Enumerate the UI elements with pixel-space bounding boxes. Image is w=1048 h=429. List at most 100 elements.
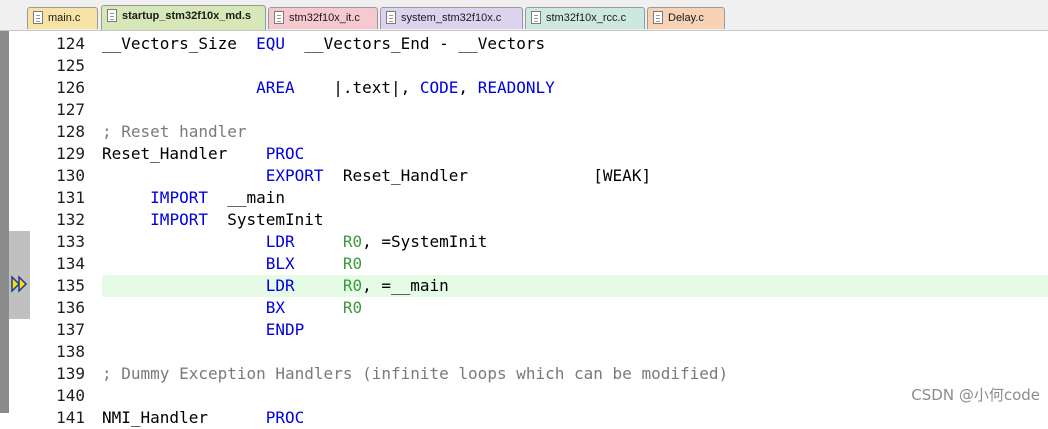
code-text: IMPORT SystemInit (102, 209, 1048, 231)
line-number: 133 (56, 232, 85, 251)
code-token: R0 (342, 298, 363, 317)
code-token: EXPORT (265, 166, 324, 185)
code-token: , =__main (362, 276, 449, 295)
code-text: ; Dummy Exception Handlers (infinite loo… (102, 363, 1048, 385)
line-number: 139 (56, 364, 85, 383)
code-text: BX R0 (102, 297, 1048, 319)
line-number: 136 (56, 298, 85, 317)
code-line[interactable]: 141 NMI_Handler PROC (9, 407, 1048, 429)
file-icon (274, 11, 284, 24)
code-editor[interactable]: 124 __Vectors_Size EQU __Vectors_End - __… (0, 31, 1048, 427)
tab-label: Delay.c (668, 12, 704, 24)
code-line[interactable]: 140 (9, 385, 1048, 407)
file-icon (531, 11, 541, 24)
tab-5[interactable]: Delay.c (647, 7, 725, 29)
code-line[interactable]: 139 ; Dummy Exception Handlers (infinite … (9, 363, 1048, 385)
code-token: AREA (256, 78, 295, 97)
line-number: 134 (56, 254, 85, 273)
code-line[interactable]: 132 IMPORT SystemInit (9, 209, 1048, 231)
line-number: 140 (56, 386, 85, 405)
line-number: 125 (56, 56, 85, 75)
tab-4[interactable]: stm32f10x_rcc.c (525, 7, 645, 29)
file-tab-bar: main.c startup_stm32f10x_md.s stm32f10x_it… (0, 0, 1048, 31)
tab-label: system_stm32f10x.c (401, 12, 502, 24)
code-text: NMI_Handler PROC (102, 407, 1048, 429)
tab-label: main.c (48, 12, 81, 24)
code-text: EXPORT Reset_Handler [WEAK] (102, 165, 1048, 187)
watermark: CSDN @小何code (911, 386, 1040, 404)
tab-0[interactable]: main.c (27, 7, 98, 29)
tab-3[interactable]: system_stm32f10x.c (380, 7, 523, 29)
code-token: __main (207, 188, 286, 207)
code-token: PROC (265, 408, 305, 427)
code-token: PROC (265, 144, 305, 163)
code-token: R0 (342, 232, 363, 251)
code-line[interactable]: 125 (9, 55, 1048, 77)
code-text: IMPORT __main (102, 187, 1048, 209)
code-text: __Vectors_Size EQU __Vectors_End - __Vec… (102, 33, 1048, 55)
code-token: Reset_Handler (102, 144, 266, 163)
line-number: 141 (56, 408, 85, 427)
code-text: ; Reset handler (102, 121, 1048, 143)
code-token: ENDP (265, 320, 305, 339)
code-token: IMPORT (150, 188, 208, 207)
line-number: 130 (56, 166, 85, 185)
code-line[interactable]: 126 AREA |.text|, CODE, READONLY (9, 77, 1048, 99)
tab-label: stm32f10x_rcc.c (546, 12, 627, 24)
code-line[interactable]: 133 LDR R0, =SystemInit (9, 231, 1048, 253)
code-line[interactable]: 135 LDR R0, =__main (9, 275, 1048, 297)
code-token: LDR (265, 232, 295, 251)
editor-left-edge (0, 31, 9, 413)
code-token: ; Reset handler (102, 122, 247, 141)
code-text: Reset_Handler PROC (102, 143, 1048, 165)
tab-2[interactable]: stm32f10x_it.c (268, 7, 378, 29)
code-line[interactable]: 136 BX R0 (9, 297, 1048, 319)
code-token: |.text|, (294, 78, 420, 97)
tab-1[interactable]: startup_stm32f10x_md.s (101, 5, 266, 30)
current-execution-arrow-icon (11, 275, 28, 293)
code-token: IMPORT (150, 210, 208, 229)
code-token: LDR (265, 276, 295, 295)
code-line[interactable]: 127 (9, 99, 1048, 121)
line-number: 124 (56, 34, 85, 53)
code-token: CODE (419, 78, 459, 97)
line-number: 127 (56, 100, 85, 119)
code-text: LDR R0, =SystemInit (102, 231, 1048, 253)
code-text: BLX R0 (102, 253, 1048, 275)
line-number: 129 (56, 144, 85, 163)
code-token: READONLY (477, 78, 555, 97)
tab-label: startup_stm32f10x_md.s (122, 10, 252, 22)
code-text: ENDP (102, 319, 1048, 341)
code-text: LDR R0, =__main (102, 275, 1048, 297)
code-token: EQU (256, 34, 286, 53)
code-line[interactable]: 131 IMPORT __main (9, 187, 1048, 209)
code-token: SystemInit (207, 210, 324, 229)
code-line[interactable]: 128 ; Reset handler (9, 121, 1048, 143)
code-line[interactable]: 130 EXPORT Reset_Handler [WEAK] (9, 165, 1048, 187)
code-line[interactable]: 129 Reset_Handler PROC (9, 143, 1048, 165)
code-token: Reset_Handler [WEAK] (323, 166, 652, 185)
tab-label: stm32f10x_it.c (289, 12, 360, 24)
code-token: R0 (342, 276, 363, 295)
code-line[interactable]: 137 ENDP (9, 319, 1048, 341)
code-line[interactable]: 124 __Vectors_Size EQU __Vectors_End - __… (9, 33, 1048, 55)
code-line[interactable]: 134 BLX R0 (9, 253, 1048, 275)
file-icon (33, 11, 43, 24)
code-token: NMI_Handler (102, 408, 266, 427)
code-line[interactable]: 138 (9, 341, 1048, 363)
